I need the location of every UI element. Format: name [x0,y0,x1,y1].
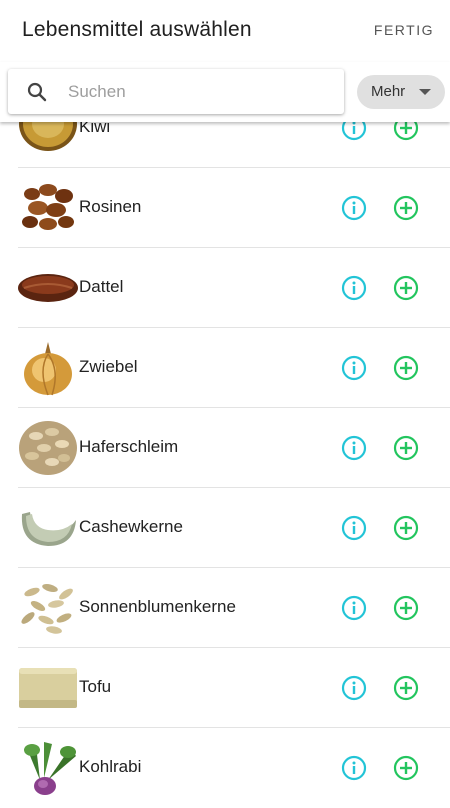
add-icon[interactable] [393,755,419,781]
info-icon[interactable] [341,435,367,461]
add-icon[interactable] [393,675,419,701]
list-item[interactable]: Cashewkerne [0,488,450,568]
kohlrabi-image [24,742,76,795]
search-input[interactable] [66,77,340,107]
item-name: Rosinen [79,197,142,216]
info-icon[interactable] [341,195,367,221]
more-label: Mehr [371,83,406,100]
item-name: Cashewkerne [79,517,183,536]
list-item[interactable]: Sonnenblumenkerne [0,568,450,648]
item-name: Sonnenblumenkerne [79,597,236,616]
item-name: Dattel [79,277,124,296]
oats-image [19,421,77,475]
info-icon[interactable] [341,675,367,701]
item-name: Tofu [79,677,112,696]
onion-image [24,342,72,396]
item-name: Kohlrabi [79,757,142,776]
raisins-image [22,184,74,230]
sunflower-seeds-image [21,584,73,634]
add-icon[interactable] [393,355,419,381]
search-bar: Mehr [0,62,450,122]
list-item[interactable]: Tofu [0,648,450,728]
list-item[interactable]: Kohlrabi [0,728,450,808]
info-icon[interactable] [341,355,367,381]
info-icon[interactable] [341,595,367,621]
add-icon[interactable] [393,515,419,541]
date-image [18,274,78,302]
item-name: Haferschleim [79,437,179,456]
app-bar: Lebensmittel auswählen FERTIG [0,0,450,62]
list-item[interactable]: Haferschleim [0,408,450,488]
search-icon [27,82,47,102]
list-item[interactable]: Dattel [0,248,450,328]
more-dropdown[interactable]: Mehr [357,75,445,109]
tofu-image [19,668,77,708]
chevron-down-icon [419,89,431,95]
add-icon[interactable] [393,435,419,461]
food-list: Kiwi Rosinen Dattel Zwiebel Haferschleim… [0,88,450,808]
info-icon[interactable] [341,755,367,781]
add-icon[interactable] [393,195,419,221]
page-title: Lebensmittel auswählen [22,18,252,41]
add-icon[interactable] [393,275,419,301]
add-icon[interactable] [393,595,419,621]
cashew-image [21,512,76,546]
list-item[interactable]: Zwiebel [0,328,450,408]
list-item[interactable]: Rosinen [0,168,450,248]
search-box[interactable] [8,69,344,114]
info-icon[interactable] [341,515,367,541]
done-button[interactable]: FERTIG [374,22,434,38]
info-icon[interactable] [341,275,367,301]
item-name: Zwiebel [79,357,138,376]
